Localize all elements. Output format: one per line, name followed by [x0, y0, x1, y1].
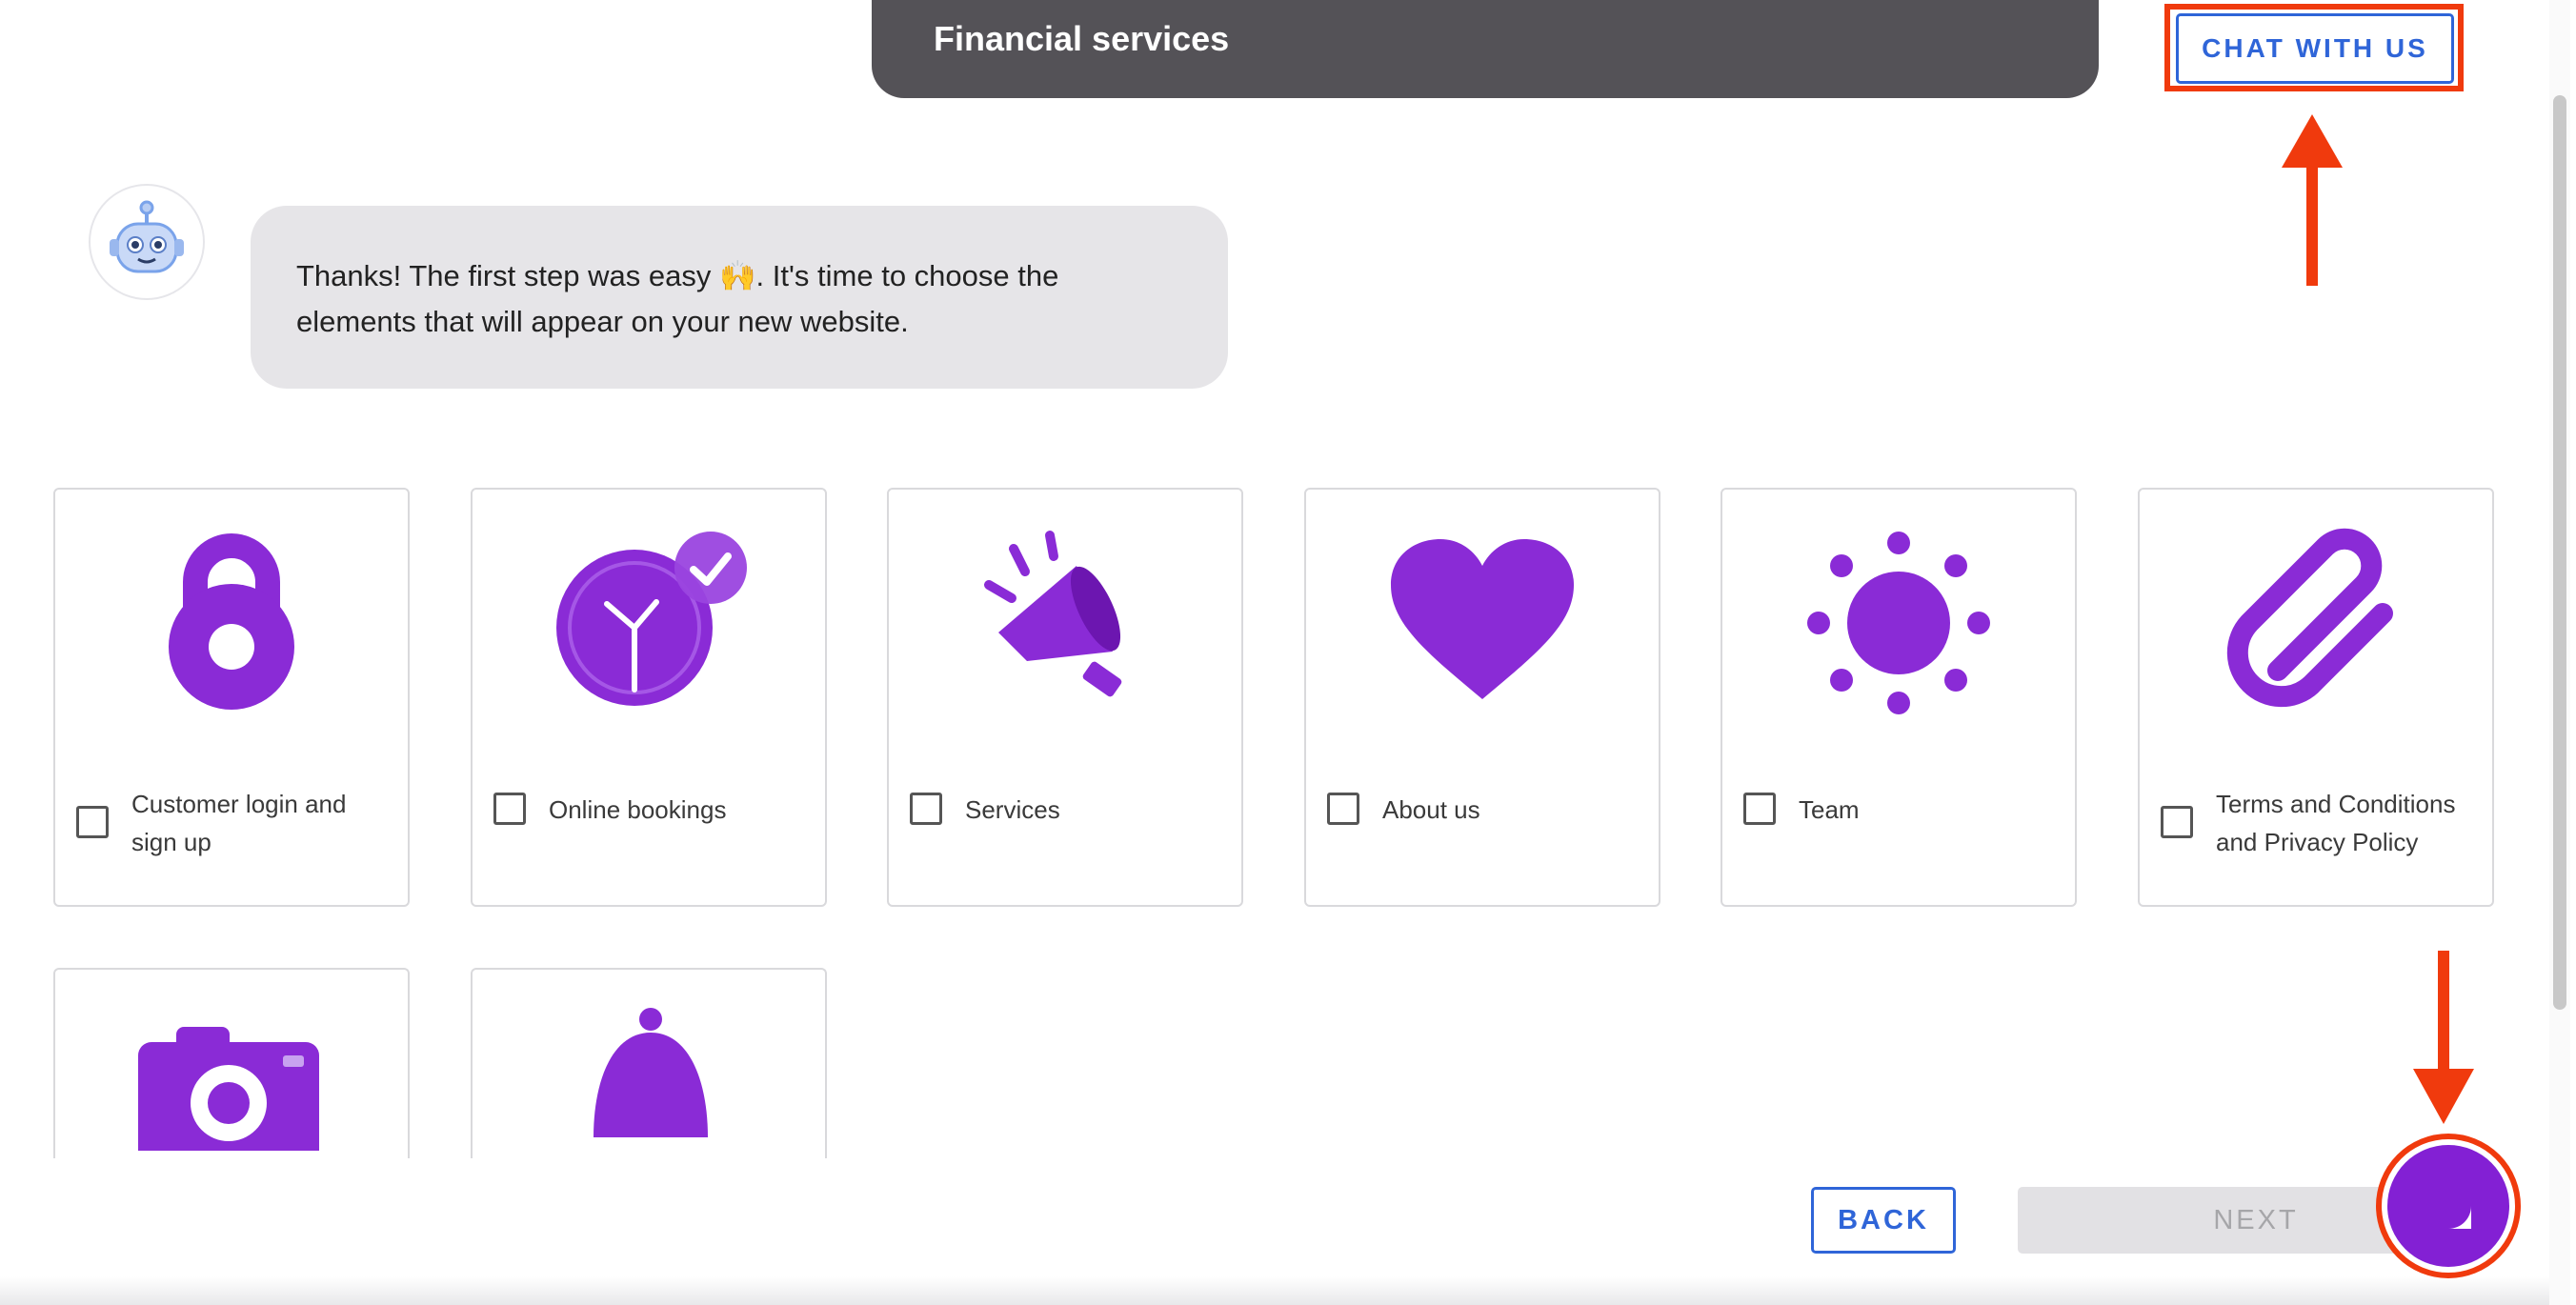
- page-title: Financial services: [934, 19, 1230, 58]
- option-card-notifications[interactable]: [471, 968, 827, 1158]
- lock-icon: [169, 533, 294, 710]
- checkbox-services[interactable]: [910, 793, 942, 825]
- back-button[interactable]: BACK: [1811, 1187, 1956, 1254]
- arrow-up-annotation: [2282, 114, 2343, 286]
- option-card-terms-privacy[interactable]: Terms and Conditions and Privacy Policy: [2138, 488, 2494, 907]
- footer-shadow: [0, 1276, 2549, 1305]
- page-header: Financial services: [872, 0, 2099, 98]
- option-label: Services: [965, 795, 1060, 824]
- megaphone-icon: [984, 531, 1122, 697]
- chat-launcher-button[interactable]: [2387, 1145, 2509, 1267]
- option-label: About us: [1382, 795, 1480, 824]
- checkbox-customer-login[interactable]: [76, 806, 109, 838]
- arrow-down-annotation: [2413, 951, 2474, 1124]
- clock-check-icon: [556, 532, 747, 706]
- option-card-online-bookings[interactable]: Online bookings: [471, 488, 827, 907]
- option-label: Customer login and sign up: [131, 790, 347, 856]
- camera-icon: [138, 1027, 319, 1151]
- heart-icon: [1391, 539, 1574, 699]
- option-label: Terms and Conditions and Privacy Policy: [2216, 790, 2456, 856]
- paperclip-icon: [2226, 528, 2393, 708]
- chat-bubble-icon: [2425, 1183, 2471, 1229]
- checkbox-about-us[interactable]: [1327, 793, 1359, 825]
- option-card-gallery[interactable]: [53, 968, 410, 1158]
- checkbox-team[interactable]: [1743, 793, 1776, 825]
- option-card-customer-login[interactable]: Customer login and sign up: [53, 488, 410, 907]
- option-label: Online bookings: [549, 795, 727, 824]
- bell-icon: [594, 1008, 708, 1137]
- robot-icon: [110, 200, 184, 273]
- option-label: Team: [1799, 795, 1860, 824]
- bot-avatar: [89, 184, 205, 300]
- checkbox-online-bookings[interactable]: [493, 793, 526, 825]
- sun-icon: [1807, 532, 1990, 714]
- option-card-services[interactable]: Services: [887, 488, 1243, 907]
- bot-message-bubble: Thanks! The first step was easy 🙌. It's …: [251, 206, 1228, 389]
- option-card-about-us[interactable]: About us: [1304, 488, 1660, 907]
- scrollbar-thumb[interactable]: [2553, 95, 2566, 1010]
- chat-with-us-button[interactable]: CHAT WITH US: [2176, 13, 2454, 84]
- option-card-team[interactable]: Team: [1721, 488, 2077, 907]
- checkbox-terms-privacy[interactable]: [2161, 806, 2193, 838]
